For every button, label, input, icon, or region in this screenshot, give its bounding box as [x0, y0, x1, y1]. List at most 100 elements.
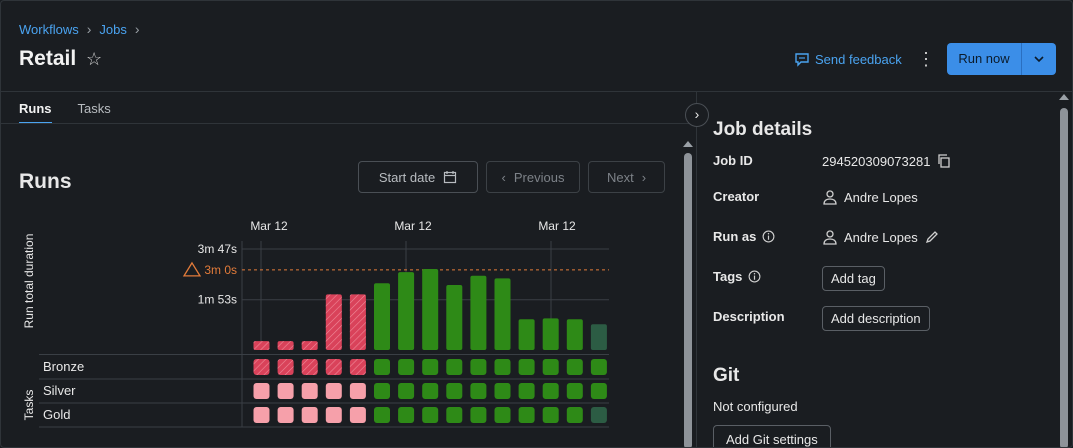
- x-tick-label: Mar 12: [394, 219, 432, 233]
- y-axis-label: Run total duration: [22, 234, 36, 329]
- task-status-cell: [590, 383, 607, 399]
- run-bar-hatch: [253, 341, 270, 350]
- task-status-cell-hatch: [253, 359, 270, 375]
- task-status-cell: [422, 359, 439, 375]
- tags-label-row: Tags: [713, 269, 761, 284]
- scroll-up-icon[interactable]: [683, 141, 693, 147]
- pencil-icon[interactable]: [924, 229, 940, 245]
- warning-icon: [182, 261, 202, 277]
- task-status-cell: [494, 407, 511, 423]
- chevron-down-icon[interactable]: [1022, 43, 1056, 75]
- tags-label: Tags: [713, 269, 743, 284]
- task-status-cell: [446, 383, 463, 399]
- task-status-cell: [470, 407, 487, 423]
- details-scrollbar[interactable]: [1058, 94, 1070, 447]
- creator-value-row: Andre Lopes: [822, 189, 918, 205]
- task-status-cell: [422, 383, 439, 399]
- run-as-value: Andre Lopes: [844, 229, 918, 245]
- description-label: Description: [713, 309, 785, 324]
- runs-scrollbar[interactable]: [682, 141, 694, 447]
- run-bar: [446, 285, 463, 350]
- run-bar: [422, 269, 439, 350]
- run-bar: [590, 324, 607, 350]
- task-status-cell: [494, 359, 511, 375]
- task-status-cell: [301, 407, 318, 423]
- task-status-cell: [590, 359, 607, 375]
- task-status-cell: [566, 359, 583, 375]
- git-heading: Git: [713, 365, 740, 386]
- scroll-up-icon[interactable]: [1059, 94, 1069, 100]
- run-now-button-group: Run now: [947, 43, 1056, 75]
- task-status-cell: [542, 359, 559, 375]
- run-bar: [470, 275, 487, 350]
- task-status-cell: [349, 383, 366, 399]
- add-git-settings-button[interactable]: Add Git settings: [713, 425, 831, 447]
- task-status-cell: [542, 383, 559, 399]
- job-id-value-row: 294520309073281: [822, 153, 952, 169]
- task-status-cell: [325, 407, 342, 423]
- task-status-cell: [446, 359, 463, 375]
- task-status-cell: [518, 407, 535, 423]
- task-status-cell: [398, 407, 415, 423]
- task-status-cell: [470, 359, 487, 375]
- job-details-heading: Job details: [713, 119, 813, 140]
- task-status-cell: [590, 407, 607, 423]
- run-bar-hatch: [277, 341, 294, 350]
- run-bar: [398, 272, 415, 350]
- x-tick-label: Mar 12: [250, 219, 288, 233]
- x-tick-label: Mar 12: [538, 219, 576, 233]
- task-status-cell: [398, 359, 415, 375]
- task-status-cell: [277, 383, 294, 399]
- task-name-label: Gold: [43, 407, 70, 422]
- y-tick-label: 3m 47s: [198, 242, 237, 256]
- run-bar-hatch: [349, 294, 366, 350]
- run-as-label: Run as: [713, 229, 757, 244]
- more-options-icon[interactable]: ⋮: [917, 47, 935, 71]
- task-status-cell: [277, 407, 294, 423]
- run-bar: [494, 278, 511, 350]
- task-status-cell: [253, 383, 270, 399]
- info-icon[interactable]: [748, 270, 761, 283]
- job-id-label: Job ID: [713, 153, 753, 168]
- run-bar-hatch: [325, 294, 342, 350]
- task-status-cell: [374, 407, 390, 423]
- add-tag-button[interactable]: Add tag: [822, 266, 885, 291]
- send-feedback-label: Send feedback: [815, 51, 902, 67]
- task-status-cell: [518, 383, 535, 399]
- info-icon[interactable]: [762, 230, 775, 243]
- task-status-cell: [398, 383, 415, 399]
- task-status-cell: [494, 383, 511, 399]
- task-status-cell-hatch: [301, 359, 318, 375]
- creator-label: Creator: [713, 189, 760, 204]
- task-status-cell-hatch: [325, 359, 342, 375]
- task-status-cell: [542, 407, 559, 423]
- git-status: Not configured: [713, 399, 798, 414]
- tags-value-row: Add tag: [822, 266, 885, 291]
- scroll-thumb[interactable]: [684, 153, 692, 447]
- task-name-label: Bronze: [43, 359, 84, 374]
- task-status-cell: [470, 383, 487, 399]
- panel-divider: [696, 92, 697, 447]
- copy-icon[interactable]: [936, 153, 952, 169]
- chat-bubble-icon: [795, 53, 809, 67]
- git-button-wrap: Add Git settings: [713, 425, 831, 447]
- run-bar-hatch: [301, 341, 318, 350]
- task-status-cell: [253, 407, 270, 423]
- run-now-button[interactable]: Run now: [947, 43, 1022, 75]
- run-as-value-row: Andre Lopes: [822, 229, 940, 245]
- threshold-label: 3m 0s: [204, 263, 237, 277]
- task-status-cell: [374, 383, 390, 399]
- user-icon: [823, 190, 837, 205]
- scroll-thumb[interactable]: [1060, 108, 1068, 447]
- task-name-label: Silver: [43, 383, 76, 398]
- add-description-button[interactable]: Add description: [822, 306, 930, 331]
- task-status-cell: [349, 407, 366, 423]
- collapse-panel-chevron-icon[interactable]: ›: [685, 103, 709, 127]
- send-feedback-link[interactable]: Send feedback: [794, 51, 902, 67]
- description-value-row: Add description: [822, 306, 930, 331]
- run-bar: [518, 319, 535, 350]
- task-status-cell: [301, 383, 318, 399]
- creator-value: Andre Lopes: [844, 189, 918, 205]
- task-status-cell: [566, 407, 583, 423]
- tasks-axis-label: Tasks: [22, 390, 36, 421]
